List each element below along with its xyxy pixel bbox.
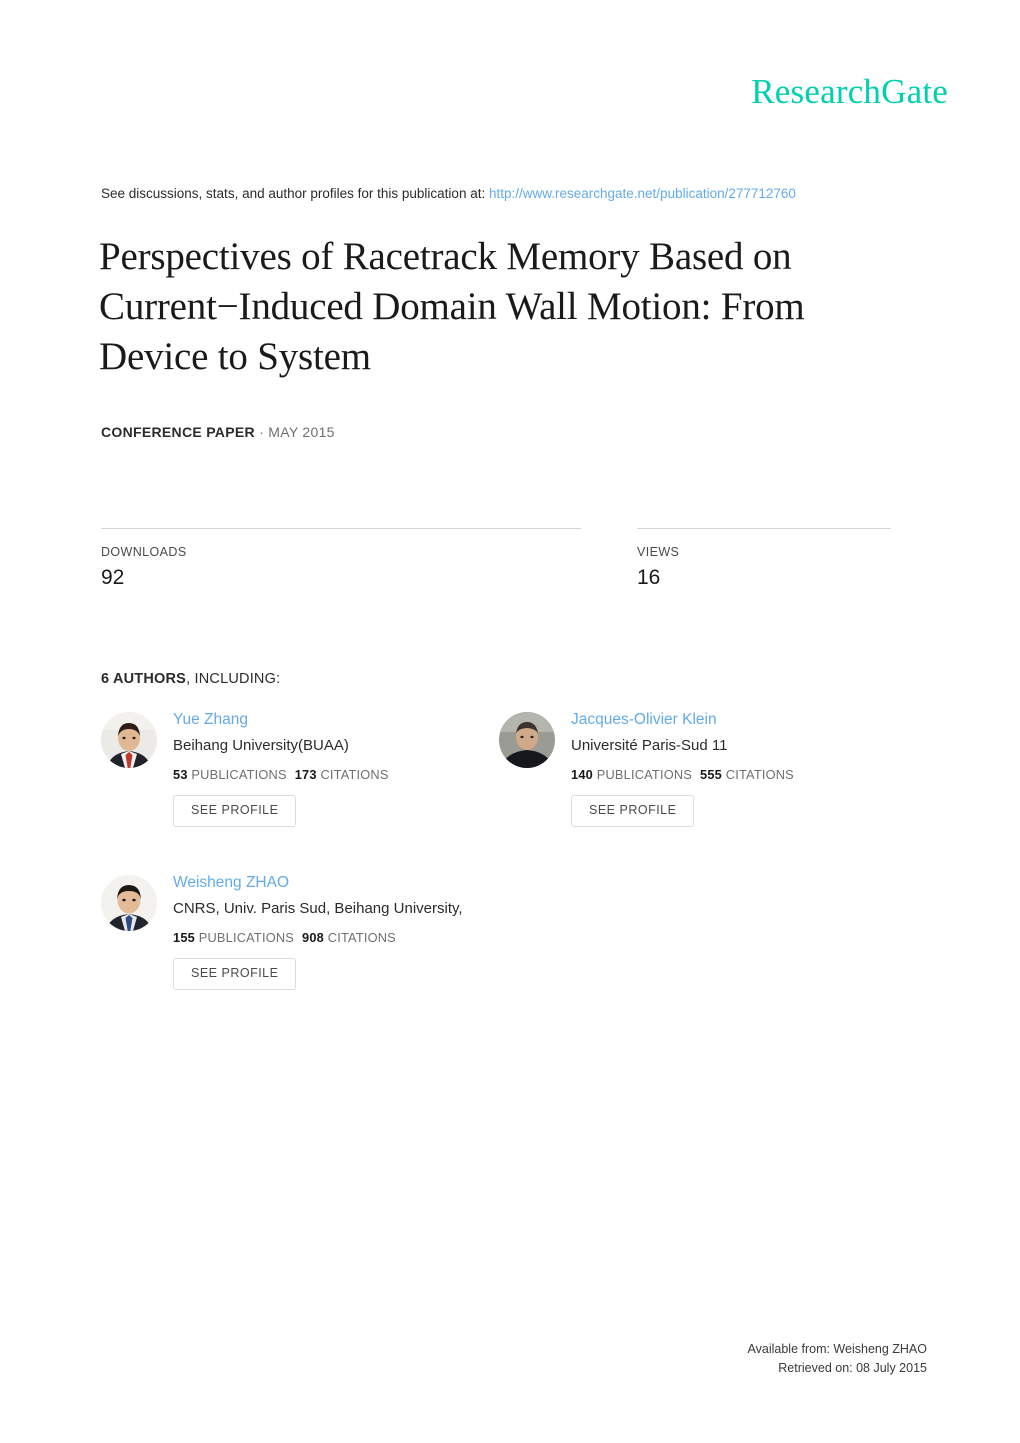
publication-type: CONFERENCE PAPER: [101, 424, 255, 440]
author-citations-count: 173: [294, 767, 317, 783]
avatar-portrait-icon: [499, 712, 555, 768]
researchgate-logo: ResearchGate: [751, 72, 948, 111]
see-profile-button[interactable]: SEE PROFILE: [571, 795, 695, 827]
stat-views-label: VIEWS: [637, 545, 680, 559]
see-profile-button[interactable]: SEE PROFILE: [173, 795, 297, 827]
authors-count: 6 AUTHORS: [101, 671, 187, 687]
avatar-portrait-icon: [101, 875, 157, 931]
see-profile-button[interactable]: SEE PROFILE: [173, 958, 297, 990]
available-from-text: Available from: Weisheng ZHAO: [747, 1342, 927, 1356]
author-metrics: 53 PUBLICATIONS 173 CITATIONS: [173, 767, 521, 782]
author-citations-count: 555: [700, 767, 722, 783]
stat-downloads: DOWNLOADS 92: [101, 528, 581, 589]
stat-divider: [637, 528, 891, 529]
author-details: Yue Zhang Beihang University(BUAA) 53 PU…: [173, 710, 521, 827]
footer: Available from: Weisheng ZHAO Retrieved …: [748, 1340, 927, 1378]
discussion-prefix-text: See discussions, stats, and author profi…: [101, 186, 489, 201]
author-details: Jacques-Olivier Klein Université Paris-S…: [571, 710, 919, 827]
author-metrics: 140 PUBLICATIONS 555 CITATIONS: [571, 767, 919, 782]
author-card: Weisheng ZHAO CNRS, Univ. Paris Sud, Bei…: [101, 873, 521, 990]
discussion-line: See discussions, stats, and author profi…: [101, 186, 796, 202]
author-publications-count: 140: [571, 767, 593, 783]
avatar-portrait-icon: [101, 712, 157, 768]
author-details: Weisheng ZHAO CNRS, Univ. Paris Sud, Bei…: [173, 873, 521, 990]
author-name-link[interactable]: Jacques-Olivier Klein: [571, 710, 919, 731]
author-name-link[interactable]: Yue Zhang: [173, 710, 521, 731]
retrieved-on-text: Retrieved on: 08 July 2015: [778, 1361, 927, 1375]
stat-divider: [101, 528, 581, 529]
authors-including-text: , INCLUDING:: [186, 671, 281, 687]
avatar: [499, 712, 555, 768]
researchgate-cover-page: ResearchGate See discussions, stats, and…: [0, 0, 1020, 1443]
stats-section: DOWNLOADS 92 VIEWS 16: [101, 528, 891, 598]
author-citations-count: 908: [302, 930, 324, 946]
stat-downloads-value: 92: [101, 566, 125, 589]
publications-label: PUBLICATIONS: [596, 767, 693, 783]
stat-downloads-label: DOWNLOADS: [101, 545, 187, 559]
authors-heading: 6 AUTHORS, INCLUDING:: [101, 671, 280, 687]
author-card: Yue Zhang Beihang University(BUAA) 53 PU…: [101, 710, 521, 827]
publications-label: PUBLICATIONS: [191, 767, 287, 783]
avatar: [101, 875, 157, 931]
author-affiliation: CNRS, Univ. Paris Sud, Beihang Universit…: [173, 899, 463, 917]
page-title: Perspectives of Racetrack Memory Based o…: [99, 235, 805, 378]
author-metrics: 155 PUBLICATIONS 908 CITATIONS: [173, 930, 521, 945]
publication-url-link[interactable]: http://www.researchgate.net/publication/…: [489, 186, 796, 201]
author-publications-count: 53: [173, 767, 188, 783]
author-publications-count: 155: [173, 930, 195, 946]
author-affiliation: Université Paris-Sud 11: [571, 736, 728, 754]
citations-label: CITATIONS: [725, 767, 794, 783]
author-affiliation: Beihang University(BUAA): [173, 736, 349, 754]
stat-views-value: 16: [637, 566, 661, 589]
publication-date: · MAY 2015: [259, 424, 335, 440]
citations-label: CITATIONS: [320, 767, 389, 783]
publication-meta: CONFERENCE PAPER · MAY 2015: [101, 424, 335, 440]
publications-label: PUBLICATIONS: [198, 930, 295, 946]
avatar: [101, 712, 157, 768]
citations-label: CITATIONS: [327, 930, 396, 946]
author-card: Jacques-Olivier Klein Université Paris-S…: [499, 710, 919, 827]
author-name-link[interactable]: Weisheng ZHAO: [173, 873, 521, 894]
stat-views: VIEWS 16: [637, 528, 891, 589]
